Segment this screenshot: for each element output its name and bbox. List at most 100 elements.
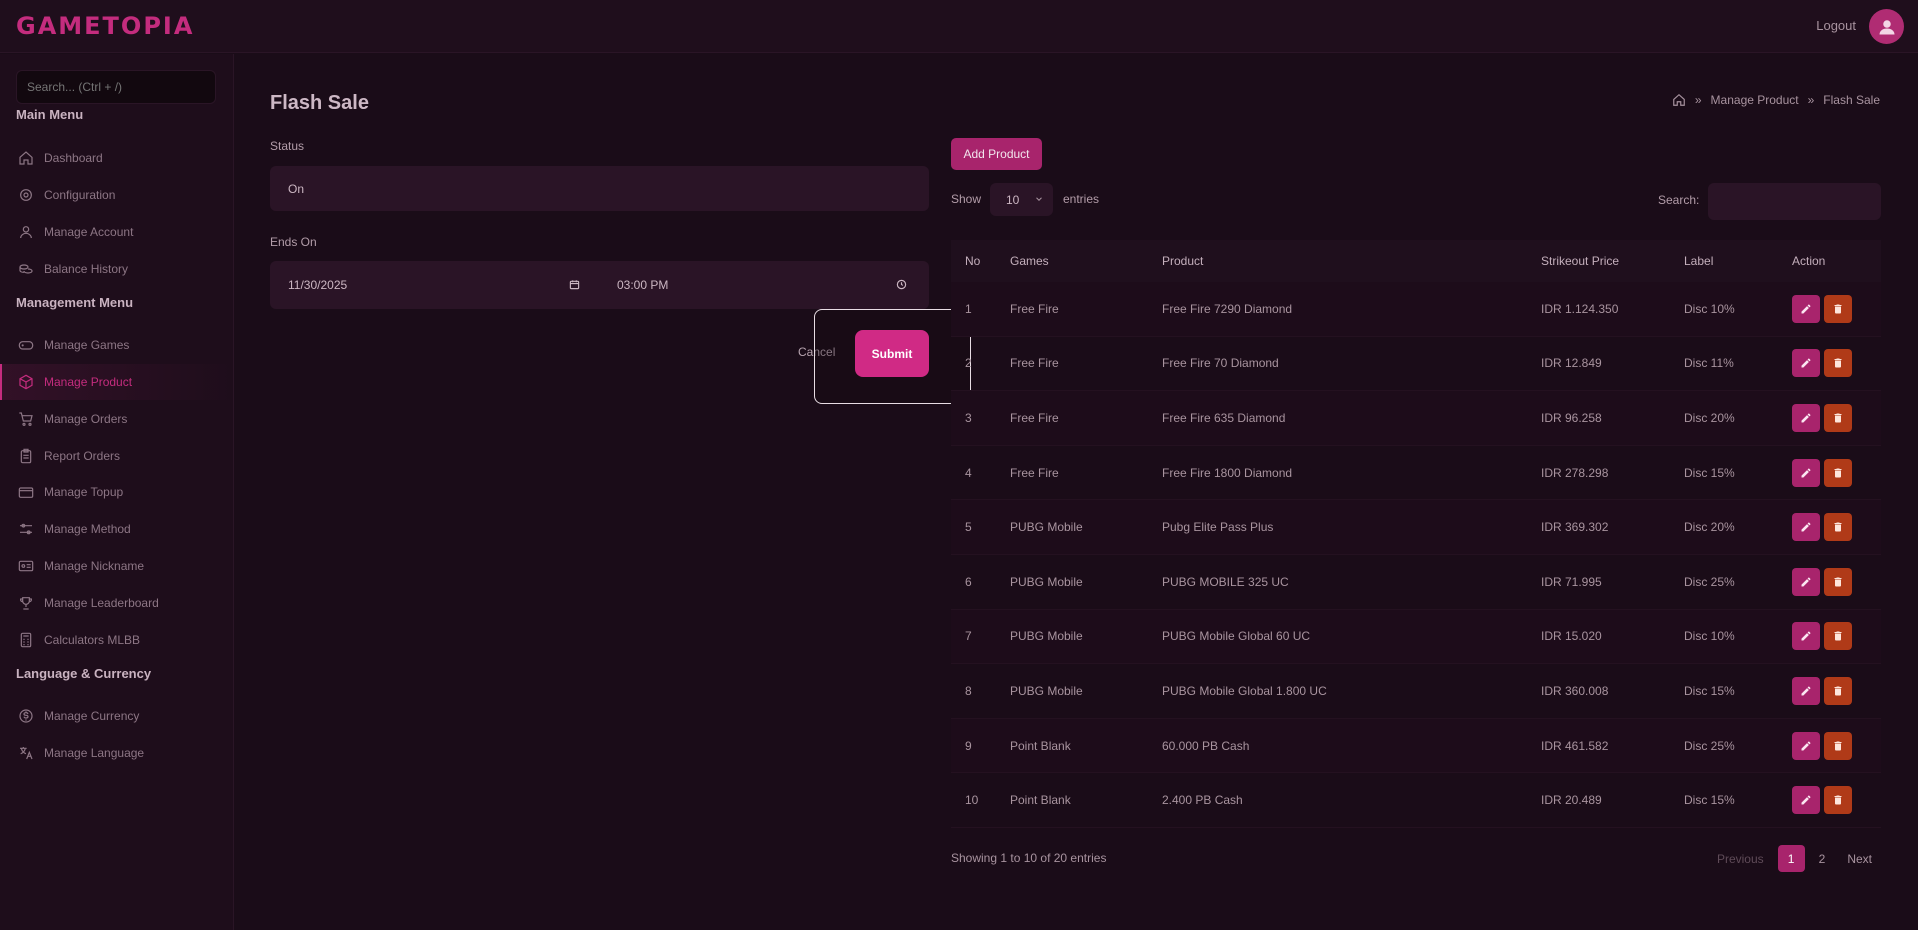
delete-button[interactable] <box>1824 458 1852 487</box>
ends-on-datetime-field[interactable]: 11/30/2025 03:00 PM <box>270 261 929 309</box>
sidebar-item-label: Configuration <box>44 188 116 202</box>
search-label: Search: <box>1658 193 1700 207</box>
sidebar-item-manage-language[interactable]: Manage Language <box>0 735 234 771</box>
sidebar-item-report-orders[interactable]: Report Orders <box>0 438 234 474</box>
date-value[interactable]: 11/30/2025 <box>288 278 347 292</box>
col-product[interactable]: Product <box>1162 254 1541 268</box>
col-no[interactable]: No <box>951 254 1010 268</box>
delete-button[interactable] <box>1824 349 1852 378</box>
sidebar-item-manage-account[interactable]: Manage Account <box>0 214 234 250</box>
gamepad-icon <box>18 337 34 353</box>
col-label[interactable]: Label <box>1684 254 1792 268</box>
cell-product: Free Fire 70 Diamond <box>1162 356 1279 371</box>
cell-strikeout-price: IDR 1.124.350 <box>1541 301 1619 316</box>
delete-button[interactable] <box>1824 786 1852 815</box>
products-table: No Games Product Strikeout Price Label A… <box>951 240 1881 828</box>
delete-button[interactable] <box>1824 676 1852 705</box>
sidebar-item-calculators-mlbb[interactable]: Calculators MLBB <box>0 622 234 658</box>
calendar-icon[interactable] <box>569 279 580 290</box>
app-logo[interactable]: GAMETOPIA <box>16 12 194 40</box>
status-select[interactable]: On <box>270 166 929 211</box>
sidebar-item-manage-currency[interactable]: Manage Currency <box>0 698 234 734</box>
sidebar-item-manage-nickname[interactable]: Manage Nickname <box>0 548 234 584</box>
sidebar-item-label: Manage Games <box>44 338 130 352</box>
breadcrumb-flash-sale: Flash Sale <box>1823 93 1880 107</box>
edit-button[interactable] <box>1792 458 1820 487</box>
submit-button[interactable]: Submit <box>855 330 929 377</box>
col-strikeout-price[interactable]: Strikeout Price <box>1541 254 1684 268</box>
delete-button[interactable] <box>1824 567 1852 596</box>
sidebar-item-label: Manage Method <box>44 522 131 536</box>
table-row: 2 Free Fire Free Fire 70 Diamond IDR 12.849… <box>951 337 1881 392</box>
table-row: 6 PUBG Mobile PUBG MOBILE 325 UC IDR 71.995… <box>951 555 1881 610</box>
delete-button[interactable] <box>1824 403 1852 432</box>
coins-icon <box>18 261 34 277</box>
cell-label: Disc 20% <box>1684 520 1735 535</box>
home-icon[interactable] <box>1672 93 1686 107</box>
edit-button[interactable] <box>1792 349 1820 378</box>
pencil-icon <box>1801 522 1811 532</box>
cell-label: Disc 15% <box>1684 793 1735 808</box>
cell-no: 9 <box>965 738 972 753</box>
cell-game: PUBG Mobile <box>1010 574 1083 589</box>
cell-game: Free Fire <box>1010 356 1059 371</box>
cell-label: Disc 15% <box>1684 465 1735 480</box>
sidebar-item-manage-orders[interactable]: Manage Orders <box>0 401 234 437</box>
table-search-input[interactable] <box>1708 183 1881 220</box>
cell-strikeout-price: IDR 96.258 <box>1541 410 1602 425</box>
delete-button[interactable] <box>1824 731 1852 760</box>
edit-button[interactable] <box>1792 513 1820 542</box>
sidebar-item-manage-method[interactable]: Manage Method <box>0 511 234 547</box>
avatar[interactable] <box>1869 9 1904 44</box>
sidebar-item-configuration[interactable]: Configuration <box>0 177 234 213</box>
delete-button[interactable] <box>1824 513 1852 542</box>
sidebar-item-manage-leaderboard[interactable]: Manage Leaderboard <box>0 585 234 621</box>
gear-icon <box>18 187 34 203</box>
add-product-button[interactable]: Add Product <box>951 138 1042 170</box>
user-icon <box>18 224 34 240</box>
edit-button[interactable] <box>1792 676 1820 705</box>
cell-product: PUBG Mobile Global 1.800 UC <box>1162 683 1327 698</box>
sidebar-search-input[interactable] <box>16 70 216 104</box>
cell-actions <box>1792 622 1881 651</box>
sidebar-item-balance-history[interactable]: Balance History <box>0 251 234 287</box>
edit-button[interactable] <box>1792 294 1820 323</box>
table-row: 5 PUBG Mobile Pubg Elite Pass Plus IDR 369.… <box>951 500 1881 555</box>
previous-page-button[interactable]: Previous <box>1709 845 1772 872</box>
cell-game: Free Fire <box>1010 465 1059 480</box>
cart-icon <box>18 411 34 427</box>
sidebar-item-label: Manage Nickname <box>44 559 145 573</box>
next-page-button[interactable]: Next <box>1839 845 1880 872</box>
edit-button[interactable] <box>1792 567 1820 596</box>
sidebar-item-manage-topup[interactable]: Manage Topup <box>0 474 234 510</box>
cell-label: Disc 25% <box>1684 574 1735 589</box>
entries-select[interactable]: 10 <box>990 183 1053 216</box>
page-2-button[interactable]: 2 <box>1811 845 1834 872</box>
clock-icon[interactable] <box>896 279 907 290</box>
sidebar-item-dashboard[interactable]: Dashboard <box>0 140 234 176</box>
trash-icon <box>1834 631 1842 641</box>
logout-link[interactable]: Logout <box>1816 18 1856 33</box>
page-1-button[interactable]: 1 <box>1777 845 1805 872</box>
breadcrumb-manage-product[interactable]: Manage Product <box>1711 93 1799 107</box>
status-label: Status <box>270 139 305 153</box>
edit-button[interactable] <box>1792 786 1820 815</box>
delete-button[interactable] <box>1824 294 1852 323</box>
edit-button[interactable] <box>1792 622 1820 651</box>
sidebar-item-manage-games[interactable]: Manage Games <box>0 327 234 363</box>
sidebar-item-label: Manage Account <box>44 225 134 239</box>
trash-icon <box>1834 795 1842 805</box>
cell-game: PUBG Mobile <box>1010 520 1083 535</box>
edit-button[interactable] <box>1792 403 1820 432</box>
currency-icon <box>18 708 34 724</box>
time-value[interactable]: 03:00 PM <box>617 278 668 292</box>
sidebar-item-manage-product[interactable]: Manage Product <box>0 364 234 400</box>
edit-button[interactable] <box>1792 731 1820 760</box>
chevron-down-icon <box>1036 197 1042 201</box>
cell-game: PUBG Mobile <box>1010 629 1083 644</box>
delete-button[interactable] <box>1824 622 1852 651</box>
trash-icon <box>1834 468 1842 478</box>
cell-no: 3 <box>965 410 972 425</box>
col-games[interactable]: Games <box>1010 254 1162 268</box>
cell-product: PUBG MOBILE 325 UC <box>1162 574 1289 589</box>
